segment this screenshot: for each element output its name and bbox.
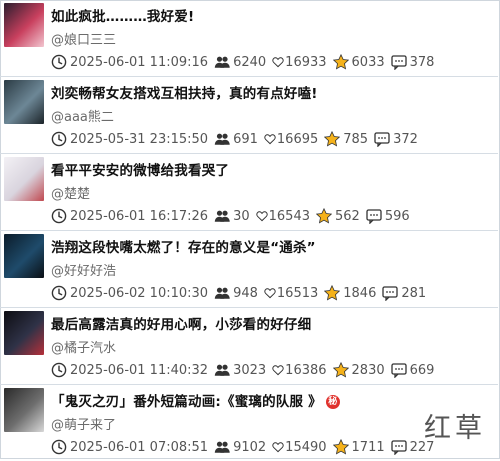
list-item[interactable]: 最后高露洁真的好用心啊，小莎看的好仔细 @橘子汽水 2025-06-01 11:40… [0,308,498,385]
video-meta: 2025-06-01 16:17:26 30 16543 562 596 [51,208,410,224]
list-item[interactable]: 浩翔这段快嘴太燃了！存在的意义是“通杀” @好好好浩 2025-06-02 10:1… [0,231,498,308]
clock-icon [51,285,67,301]
video-title[interactable]: 最后高露洁真的好用心啊，小莎看的好仔细 [51,313,311,333]
view-count: 6240 [233,54,267,70]
fav-count: 1846 [343,285,377,301]
comment-icon [390,55,407,70]
people-icon [214,364,230,376]
video-meta: 2025-05-31 23:15:50 691 16695 785 372 [51,131,418,147]
video-author[interactable]: @橘子汽水 [51,337,116,356]
video-author[interactable]: @楚楚 [51,183,90,202]
video-author[interactable]: @好好好浩 [51,260,116,279]
star-icon [324,131,341,147]
star-icon [315,208,332,224]
comment-count: 669 [409,362,435,378]
view-count: 30 [233,208,250,224]
comment-icon [374,132,390,147]
fav-count: 2830 [351,362,385,378]
clock-icon [51,362,67,378]
list-item[interactable]: 如此疯批………我好爱! @娘口三三 2025-06-01 11:09:16 6240 1… [0,0,498,77]
publish-time: 2025-06-01 16:17:26 [70,208,209,224]
fav-count: 6033 [351,54,385,70]
comment-icon [366,209,382,224]
video-title[interactable]: 「鬼灭之刃」番外短篇动画:《蜜璃的队服 》秘 [51,390,340,410]
people-icon [214,133,230,145]
clock-icon [51,208,67,224]
video-meta: 2025-06-01 11:09:16 6240 16933 6033 378 [51,54,434,70]
video-thumbnail[interactable] [4,3,44,47]
video-meta: 2025-06-01 11:40:32 3023 16386 2830 669 [51,362,434,378]
comment-icon [390,440,407,455]
clock-icon [51,131,67,147]
like-count: 16933 [285,54,327,70]
video-author[interactable]: @萌子来了 [51,414,116,433]
clock-icon [51,54,67,70]
like-count: 16386 [285,362,327,378]
video-author[interactable]: @aaa熊二 [51,106,114,125]
star-icon [332,54,349,70]
list-item[interactable]: 看平平安安的微博给我看哭了 @楚楚 2025-06-01 16:17:26 30 165… [0,154,498,231]
video-title[interactable]: 如此疯批………我好爱! [51,5,194,25]
comment-count: 378 [409,54,435,70]
video-title[interactable]: 看平平安安的微博给我看哭了 [51,159,229,179]
people-icon [214,210,230,222]
publish-time: 2025-06-02 10:10:30 [70,285,209,301]
watermark: 红草 [424,413,486,444]
comment-icon [382,286,399,301]
badge-icon: 秘 [325,395,340,409]
fav-count: 785 [343,131,369,147]
people-icon [214,287,230,299]
publish-time: 2025-06-01 11:40:32 [70,362,209,378]
heart-icon [264,288,276,299]
comment-count: 372 [393,131,418,147]
like-count: 16513 [276,285,319,301]
comment-count: 596 [384,208,410,224]
like-count: 15490 [285,439,327,455]
comment-count: 281 [401,285,427,301]
publish-time: 2025-05-31 23:15:50 [70,131,209,147]
star-icon [324,285,341,301]
people-icon [214,56,230,68]
heart-icon [272,442,284,453]
video-meta: 2025-06-02 10:10:30 948 16513 1846 281 [51,285,426,301]
video-title[interactable]: 刘奕畅帮女友搭戏互相扶持，真的有点好嗑! [51,82,318,102]
like-count: 16543 [268,208,310,224]
people-icon [214,441,230,453]
view-count: 948 [233,285,258,301]
view-count: 3023 [233,362,267,378]
clock-icon [51,439,67,455]
video-meta: 2025-06-01 07:08:51 9102 15490 1711 227 [51,439,434,455]
video-thumbnail[interactable] [4,311,44,355]
video-list: 如此疯批………我好爱! @娘口三三 2025-06-01 11:09:16 6240 1… [0,0,498,461]
video-author[interactable]: @娘口三三 [51,29,116,48]
comment-icon [390,363,407,378]
view-count: 9102 [233,439,267,455]
video-thumbnail[interactable] [4,157,44,201]
like-count: 16695 [276,131,319,147]
heart-icon [272,57,284,68]
view-count: 691 [233,131,258,147]
fav-count: 1711 [351,439,385,455]
star-icon [332,439,349,455]
star-icon [332,362,349,378]
fav-count: 562 [334,208,360,224]
heart-icon [255,211,268,222]
video-thumbnail[interactable] [4,388,44,432]
video-thumbnail[interactable] [4,80,44,124]
heart-icon [264,134,276,145]
video-thumbnail[interactable] [4,234,44,278]
heart-icon [272,365,284,376]
publish-time: 2025-06-01 11:09:16 [70,54,209,70]
list-item[interactable]: 刘奕畅帮女友搭戏互相扶持，真的有点好嗑! @aaa熊二 2025-05-31 23:… [0,77,498,154]
publish-time: 2025-06-01 07:08:51 [70,439,209,455]
video-title[interactable]: 浩翔这段快嘴太燃了！存在的意义是“通杀” [51,236,316,256]
